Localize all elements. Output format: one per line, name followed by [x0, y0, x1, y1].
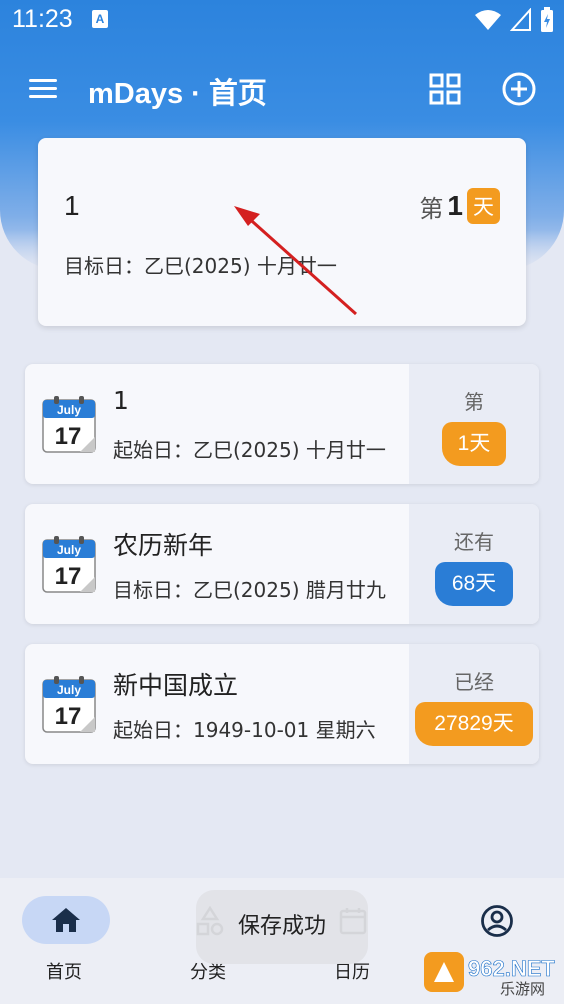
- event-card[interactable]: July 17 农历新年 目标日：乙巳(2025) 腊月廿九 还有 68天: [25, 504, 539, 624]
- wifi-icon: [475, 10, 501, 30]
- calendar-month: July: [57, 683, 81, 697]
- event-date: 起始日：1949-10-01 星期六: [113, 718, 376, 742]
- event-date: 起始日：乙巳(2025) 十月廿一: [113, 438, 386, 462]
- status-bar: 11:23 A: [0, 0, 564, 40]
- event-date: 目标日：乙巳(2025) 腊月廿九: [113, 578, 386, 602]
- event-title: 新中国成立: [113, 671, 239, 700]
- toast-message: 保存成功: [196, 890, 368, 964]
- event-count-label: 第: [464, 390, 484, 414]
- event-count-badge: 1天: [442, 422, 506, 466]
- event-card[interactable]: July 17 1 起始日：乙巳(2025) 十月廿一 第 1天: [25, 364, 539, 484]
- notification-icon: A: [92, 10, 108, 28]
- page-title: mDays · 首页: [88, 78, 267, 110]
- home-icon: [52, 908, 80, 932]
- menu-icon[interactable]: [26, 74, 60, 104]
- status-time: 11:23: [12, 5, 73, 33]
- event-count-panel: 第 1天: [409, 364, 539, 484]
- add-icon[interactable]: [500, 70, 538, 108]
- calendar-day: 17: [55, 703, 82, 730]
- event-count-label: 还有: [454, 530, 494, 554]
- calendar-icon: July 17: [42, 396, 96, 453]
- watermark-logo: 962.NET 乐游网: [424, 952, 556, 998]
- battery-icon: [541, 7, 553, 32]
- nav-label-home: 首页: [46, 962, 82, 983]
- calendar-month: July: [57, 403, 81, 417]
- calendar-month: July: [57, 543, 81, 557]
- calendar-icon: July 17: [42, 536, 96, 593]
- grid-view-icon[interactable]: [428, 72, 462, 106]
- app-bar: mDays · 首页: [0, 58, 564, 122]
- calendar-icon: July 17: [42, 676, 96, 733]
- featured-event-card[interactable]: 1 目标日：乙巳(2025) 十月廿一 第 1 天: [38, 138, 526, 326]
- status-icons: [474, 6, 554, 34]
- profile-icon: [481, 905, 513, 937]
- nav-item-home[interactable]: 首页: [0, 878, 140, 1004]
- event-card[interactable]: July 17 新中国成立 起始日：1949-10-01 星期六 已经 2782…: [25, 644, 539, 764]
- event-title: 农历新年: [113, 531, 214, 560]
- calendar-day: 17: [55, 423, 82, 450]
- event-count-label: 已经: [454, 670, 494, 694]
- calendar-day: 17: [55, 563, 82, 590]
- event-count-badge: 27829天: [415, 702, 533, 746]
- event-count-badge: 68天: [435, 562, 513, 606]
- watermark-sub: 乐游网: [500, 980, 545, 998]
- event-title: 1: [113, 386, 129, 415]
- red-arrow-annotation: [234, 206, 357, 316]
- event-count-panel: 还有 68天: [409, 504, 539, 624]
- signal-icon: [510, 8, 531, 31]
- event-count-panel: 已经 27829天: [409, 644, 539, 764]
- watermark-brand: 962.NET: [468, 956, 555, 981]
